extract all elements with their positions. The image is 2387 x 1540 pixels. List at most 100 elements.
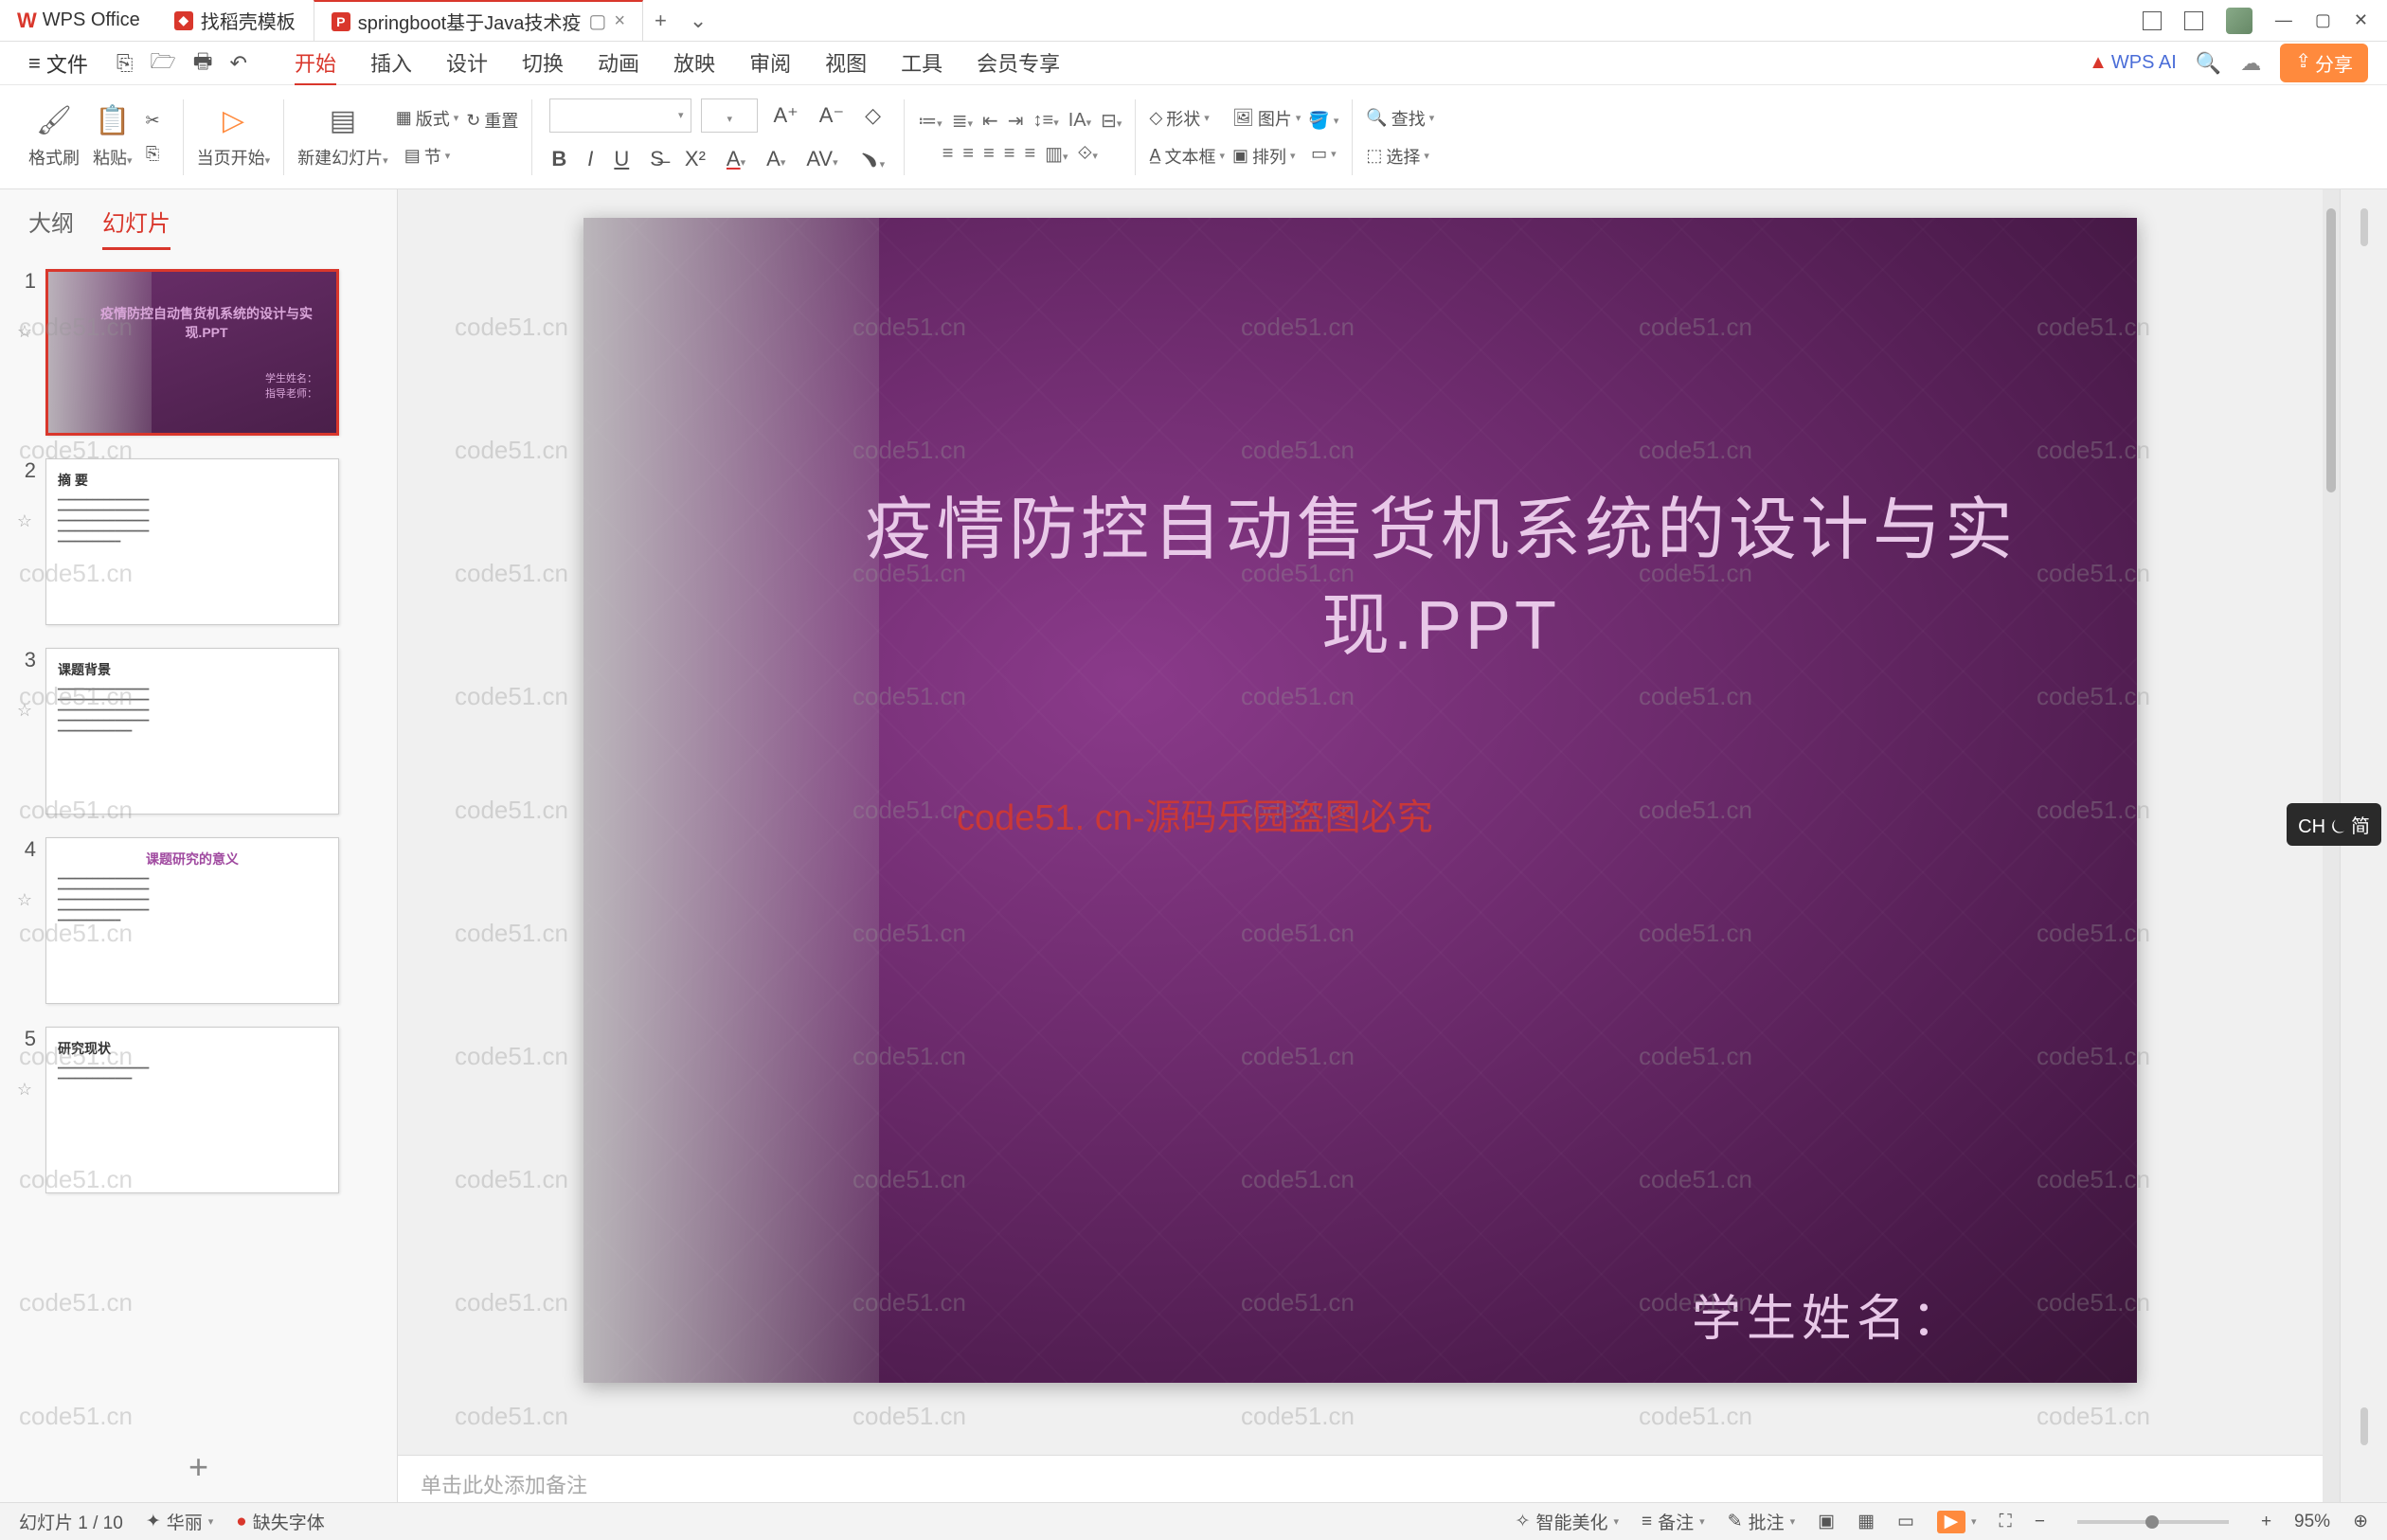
right-handle-bottom[interactable]	[2360, 1407, 2368, 1445]
view-reading-icon[interactable]: ▭	[1897, 1511, 1914, 1532]
ime-badge[interactable]: CH ⏾ 简	[2287, 803, 2381, 846]
align-text-button[interactable]: ⊟▾	[1101, 109, 1122, 133]
section-button[interactable]: ▤ 节▾	[404, 144, 451, 169]
align-left-button[interactable]: ≡	[942, 143, 954, 165]
paste-button[interactable]: 📋粘贴▾	[93, 104, 133, 170]
menu-design[interactable]: 设计	[446, 42, 488, 85]
decrease-font-icon[interactable]: A⁻	[814, 101, 850, 130]
theme-button[interactable]: ✦ 华丽 ▾	[146, 1509, 213, 1534]
cloud-icon[interactable]: ☁	[2240, 51, 2261, 76]
star-icon[interactable]: ☆	[17, 1080, 32, 1100]
fontsize-select[interactable]: ▾	[701, 98, 758, 133]
outline-color-icon[interactable]: ▭▾	[1311, 144, 1337, 164]
star-icon[interactable]: ☆	[17, 890, 32, 910]
view-normal-icon[interactable]: ▣	[1818, 1511, 1835, 1532]
italic-button[interactable]: I	[582, 145, 599, 173]
text-direction-button[interactable]: IA▾	[1068, 110, 1091, 132]
minimize-icon[interactable]: —	[2275, 10, 2292, 30]
char-spacing-button[interactable]: AV▾	[800, 145, 843, 173]
menu-animation[interactable]: 动画	[598, 42, 639, 85]
bullets-button[interactable]: ≔▾	[918, 109, 942, 133]
menu-start[interactable]: 开始	[295, 42, 336, 85]
strike-button[interactable]: S̶	[644, 145, 670, 173]
slides-tab[interactable]: 幻灯片	[102, 205, 170, 250]
fit-icon[interactable]: ⊕	[2353, 1511, 2368, 1532]
highlight-button[interactable]: A▾	[761, 145, 791, 173]
tab-templates[interactable]: ◆找稻壳模板	[157, 0, 314, 41]
win-cube-icon[interactable]	[2184, 11, 2203, 30]
tab-dropdown-icon[interactable]: ⌄	[678, 9, 718, 33]
fill-icon[interactable]: 🪣▾	[1308, 111, 1338, 131]
app-logo[interactable]: WWPS Office	[0, 9, 157, 33]
layout-button[interactable]: ▦ 版式▾	[396, 106, 459, 131]
outline-tab[interactable]: 大纲	[28, 205, 74, 250]
copy-icon[interactable]: ⎘	[146, 144, 159, 164]
view-sorter-icon[interactable]: ▦	[1858, 1511, 1875, 1532]
picture-button[interactable]: 🖼 图片▾	[1232, 106, 1301, 131]
missing-font-button[interactable]: ● 缺失字体	[236, 1509, 325, 1534]
star-icon[interactable]: ☆	[17, 511, 32, 531]
thumb-1[interactable]: 1☆ 疫情防控自动售货机系统的设计与实现.PPT 学生姓名：指导老师：	[13, 269, 384, 436]
win-app-icon[interactable]	[2143, 11, 2162, 30]
thumb-5[interactable]: 5☆ 研究现状━━━━━━━━━━━━━━━━━━━━━━━━━━━━━	[13, 1027, 384, 1193]
columns-button[interactable]: ▥▾	[1045, 142, 1068, 166]
notes-area[interactable]: 单击此处添加备注	[398, 1455, 2323, 1502]
add-slide-button[interactable]: +	[0, 1432, 397, 1502]
menu-tools[interactable]: 工具	[901, 42, 942, 85]
file-menu[interactable]: ≡文件	[19, 45, 98, 82]
open-icon[interactable]: 🗁	[150, 45, 175, 81]
arrange-button[interactable]: ▣ 排列▾	[1232, 144, 1296, 169]
indent-dec-button[interactable]: ⇤	[982, 109, 998, 133]
select-button[interactable]: ⬚ 选择▾	[1366, 144, 1429, 169]
star-icon[interactable]: ☆	[17, 322, 32, 342]
thumb-4[interactable]: 4☆ 课题研究的意义━━━━━━━━━━━━━━━━━━━━━━━━━━━━━━…	[13, 837, 384, 1004]
slide-title[interactable]: 疫情防控自动售货机系统的设计与实现.PPT	[858, 483, 2023, 674]
review-button[interactable]: ✎ 批注 ▾	[1728, 1509, 1795, 1534]
right-handle[interactable]	[2360, 208, 2368, 246]
zoom-slider[interactable]	[2077, 1520, 2229, 1524]
bold-button[interactable]: B	[546, 145, 572, 173]
align-justify-button[interactable]: ≡	[1004, 143, 1015, 165]
wps-ai-button[interactable]: ▲WPS AI	[2089, 52, 2177, 74]
slide-student[interactable]: 学生姓名：	[1692, 1279, 1966, 1350]
slide-area[interactable]: 疫情防控自动售货机系统的设计与实现.PPT 学生姓名： 指导老师 ：	[398, 189, 2323, 1455]
underline-button[interactable]: U	[608, 145, 635, 173]
star-icon[interactable]: ☆	[17, 701, 32, 721]
menu-view[interactable]: 视图	[825, 42, 867, 85]
slide-canvas[interactable]: 疫情防控自动售货机系统的设计与实现.PPT 学生姓名： 指导老师 ：	[583, 218, 2137, 1383]
search-icon[interactable]: 🔍	[2196, 51, 2221, 76]
new-slide-button[interactable]: ▤新建幻灯片▾	[297, 104, 388, 170]
superscript-button[interactable]: X²	[679, 145, 711, 173]
find-button[interactable]: 🔍 查找▾	[1366, 106, 1434, 131]
indent-inc-button[interactable]: ⇥	[1008, 109, 1024, 133]
tab-document-active[interactable]: P springboot基于Java技术疫 ▢ ×	[314, 0, 643, 41]
font-color-button[interactable]: A▾	[721, 145, 751, 173]
maximize-icon[interactable]: ▢	[2315, 10, 2331, 30]
zoom-value[interactable]: 95%	[2294, 1512, 2330, 1532]
share-button[interactable]: ⇪分享	[2280, 44, 2368, 82]
menu-show[interactable]: 放映	[673, 42, 715, 85]
notes-button[interactable]: ≡ 备注 ▾	[1642, 1509, 1705, 1534]
menu-transition[interactable]: 切换	[522, 42, 564, 85]
align-center-button[interactable]: ≡	[962, 143, 974, 165]
text-effects-button[interactable]: ﹅▾	[853, 142, 891, 176]
line-spacing-button[interactable]: ↕≡▾	[1033, 110, 1059, 132]
clear-format-icon[interactable]: ◇	[859, 101, 887, 130]
tab-add-button[interactable]: +	[643, 9, 678, 33]
thumb-2[interactable]: 2☆ 摘 要━━━━━━━━━━━━━━━━━━━━━━━━━━━━━━━━━━…	[13, 458, 384, 625]
shape-button[interactable]: ◇ 形状▾	[1149, 106, 1209, 131]
from-current-button[interactable]: ▷当页开始▾	[197, 104, 271, 170]
fullscreen-icon[interactable]: ⛶	[2000, 1512, 2012, 1532]
smartart-button[interactable]: ⟐▾	[1078, 143, 1098, 165]
new-icon[interactable]: ⎘	[117, 51, 134, 76]
menu-insert[interactable]: 插入	[370, 42, 412, 85]
tab-close-icon[interactable]: ×	[614, 10, 625, 32]
avatar[interactable]	[2226, 8, 2252, 34]
align-right-button[interactable]: ≡	[983, 143, 995, 165]
menu-review[interactable]: 审阅	[749, 42, 791, 85]
slideshow-button[interactable]: ▶▾	[1937, 1511, 1977, 1533]
undo-icon[interactable]: ↶	[230, 51, 247, 76]
close-icon[interactable]: ✕	[2354, 10, 2368, 30]
increase-font-icon[interactable]: A⁺	[767, 101, 803, 130]
textbox-button[interactable]: A̲ 文本框▾	[1149, 144, 1225, 169]
